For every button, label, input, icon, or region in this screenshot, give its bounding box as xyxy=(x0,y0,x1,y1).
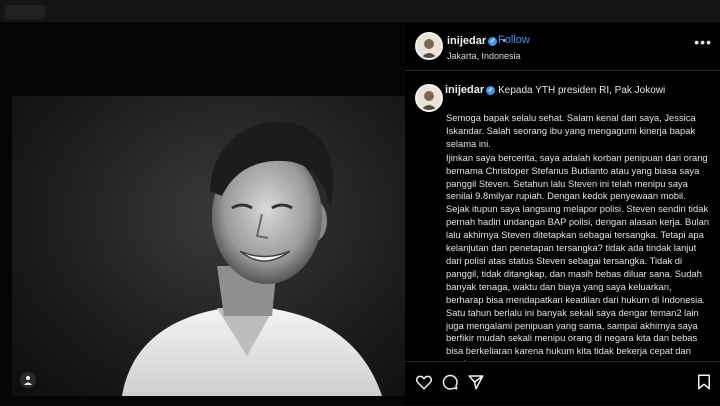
post-header: inijedar ✓ • Follow Jakarta, Indonesia ••… xyxy=(405,22,720,71)
caption-paragraph: Ijinkan saya bercerita, saya adalah korb… xyxy=(446,151,710,362)
caption-header: inijedar ✓ Kepada YTH presiden RI, Pak Jok… xyxy=(445,84,665,96)
close-button[interactable] xyxy=(5,5,45,19)
follow-button[interactable]: Follow xyxy=(498,34,530,46)
caption-title: Kepada YTH presiden RI, Pak Jokowi xyxy=(498,85,666,96)
top-bar xyxy=(0,0,720,22)
verified-icon: ✓ xyxy=(488,37,498,46)
location-link[interactable]: Jakarta, Indonesia xyxy=(447,51,521,61)
username-text[interactable]: inijedar xyxy=(447,35,486,47)
portrait-image xyxy=(122,121,382,396)
caption-username-text[interactable]: inijedar xyxy=(445,84,484,96)
caption-avatar[interactable] xyxy=(415,84,443,112)
comment-icon[interactable] xyxy=(441,373,459,391)
caption-paragraph: Semoga bapak selalu sehat. Salam kenal d… xyxy=(446,112,696,149)
post-sidebar: inijedar ✓ • Follow Jakarta, Indonesia ••… xyxy=(405,22,720,405)
bookmark-icon[interactable] xyxy=(695,373,713,391)
avatar[interactable] xyxy=(415,32,443,60)
post-photo[interactable] xyxy=(12,96,405,396)
verified-icon: ✓ xyxy=(486,86,496,95)
more-horizontal-icon[interactable]: ••• xyxy=(694,34,712,50)
caption-body: Semoga bapak selalu sehat. Salam kenal d… xyxy=(446,112,711,362)
send-icon[interactable] xyxy=(467,373,485,391)
person-tag-icon[interactable] xyxy=(20,372,36,388)
action-bar xyxy=(405,361,720,406)
heart-icon[interactable] xyxy=(415,373,433,391)
caption-username[interactable]: inijedar ✓ xyxy=(445,84,496,96)
